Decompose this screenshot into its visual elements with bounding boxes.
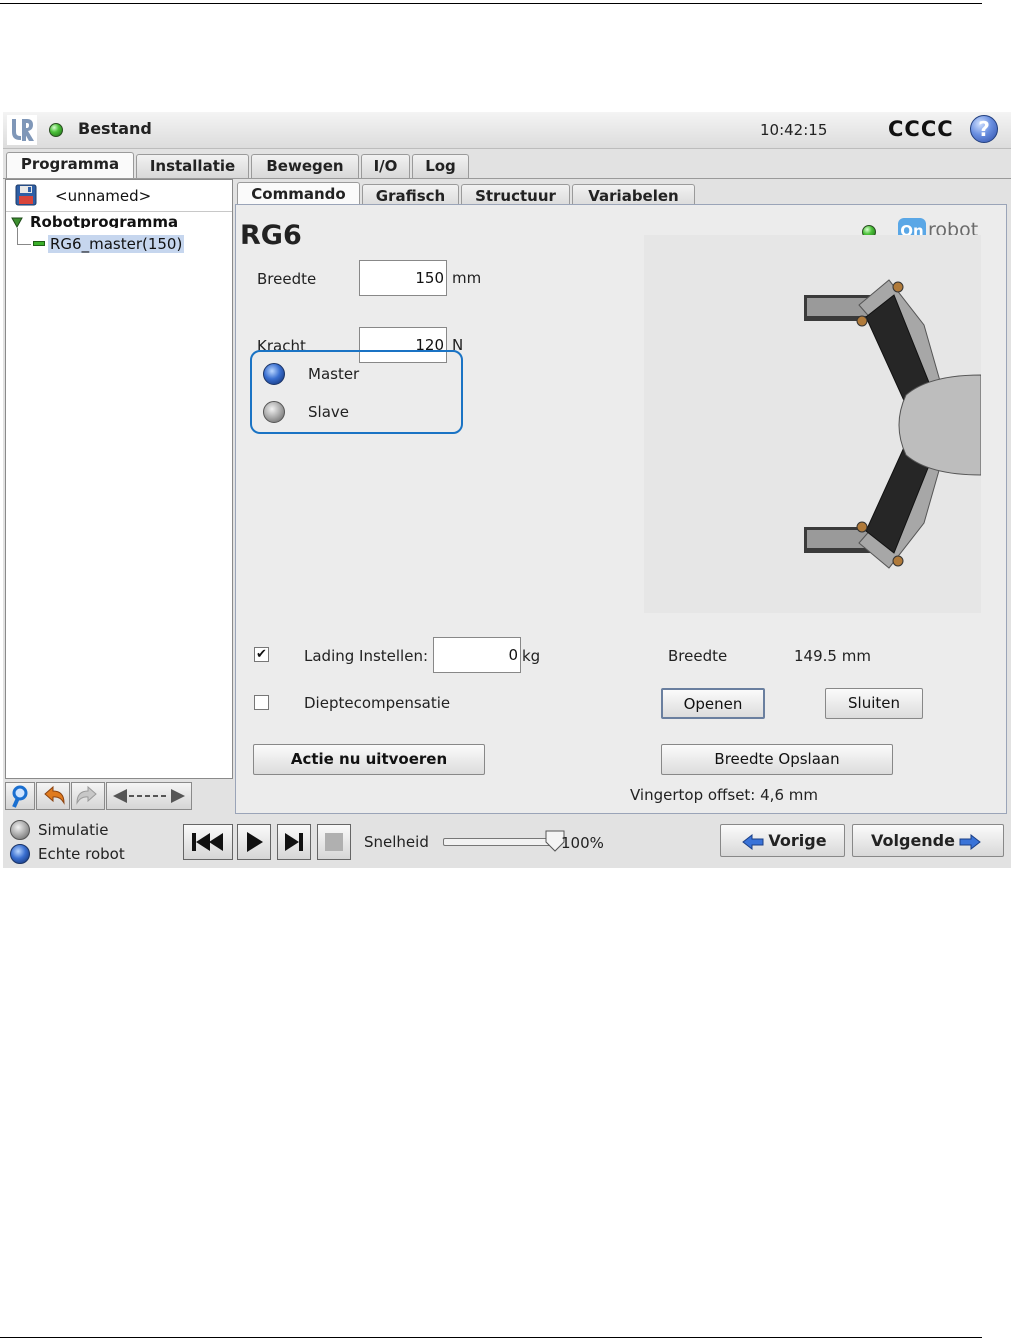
simulation-label[interactable]: Simulatie bbox=[38, 821, 108, 839]
redo-arrow-icon bbox=[76, 785, 97, 805]
help-icon[interactable]: ? bbox=[970, 115, 998, 143]
real-robot-radio[interactable] bbox=[10, 844, 30, 864]
gripper-title: RG6 bbox=[240, 220, 302, 251]
rewind-button[interactable] bbox=[183, 824, 233, 860]
execute-now-button[interactable]: Actie nu uitvoeren bbox=[253, 744, 485, 775]
tree-width-toggle[interactable] bbox=[106, 782, 192, 810]
file-menu[interactable]: Bestand bbox=[78, 119, 152, 138]
tree-connector-h bbox=[17, 244, 31, 245]
stop-button[interactable] bbox=[317, 824, 351, 860]
search-button[interactable] bbox=[5, 782, 35, 810]
magnifier-icon bbox=[12, 785, 28, 808]
page-bottom-rule bbox=[0, 1337, 982, 1338]
tab-bewegen[interactable]: Bewegen bbox=[251, 154, 359, 178]
master-label[interactable]: Master bbox=[308, 365, 359, 383]
master-radio[interactable] bbox=[263, 363, 285, 385]
tab-log[interactable]: Log bbox=[412, 154, 469, 178]
width-unit: mm bbox=[452, 269, 482, 287]
clock: 10:42:15 bbox=[760, 121, 828, 139]
undo-arrow-icon bbox=[44, 785, 65, 805]
mode-group bbox=[250, 350, 463, 434]
save-disk-icon[interactable] bbox=[15, 184, 37, 206]
bottom-bar: Simulatie Echte robot Snelheid 100% Vori… bbox=[3, 816, 1011, 868]
step-forward-icon bbox=[285, 833, 303, 851]
program-tree-panel: <unnamed> Robotprogramma RG6_master(150) bbox=[5, 179, 233, 779]
next-button[interactable]: Volgende bbox=[852, 824, 1004, 857]
page-top-rule bbox=[0, 3, 982, 4]
payload-unit: kg bbox=[522, 647, 541, 665]
payload-input[interactable]: 0 bbox=[433, 637, 521, 673]
undo-button[interactable] bbox=[36, 782, 70, 810]
slave-radio[interactable] bbox=[263, 401, 285, 423]
speed-label: Snelheid bbox=[364, 833, 429, 851]
open-button[interactable]: Openen bbox=[661, 688, 765, 719]
real-robot-label[interactable]: Echte robot bbox=[38, 845, 125, 863]
node-status-icon bbox=[33, 241, 45, 246]
ur-logo-icon bbox=[7, 115, 37, 145]
stop-icon bbox=[325, 833, 343, 851]
current-width-value: 149.5 mm bbox=[794, 647, 871, 665]
tree-root-robotprogramma[interactable]: Robotprogramma bbox=[30, 213, 178, 228]
robot-name: CCCC bbox=[888, 117, 954, 141]
fingertip-offset: Vingertop offset: 4,6 mm bbox=[630, 786, 818, 804]
program-file-name: <unnamed> bbox=[55, 187, 152, 205]
tree-expand-icon[interactable] bbox=[11, 217, 23, 228]
polyscope-screen: Bestand 10:42:15 CCCC ? Programma Instal… bbox=[3, 112, 1011, 868]
play-button[interactable] bbox=[237, 824, 271, 860]
rg6-command-panel: RG6 On robot Breedte 150 mm Kracht 120 N… bbox=[235, 204, 1007, 814]
step-button[interactable] bbox=[277, 824, 311, 860]
tree-header-divider bbox=[6, 211, 232, 212]
arrow-left-icon bbox=[742, 833, 764, 850]
slave-label[interactable]: Slave bbox=[308, 403, 349, 421]
tree-node-rg6-master[interactable]: RG6_master(150) bbox=[48, 235, 185, 253]
tree-connector bbox=[17, 228, 18, 244]
tab-programma[interactable]: Programma bbox=[6, 152, 134, 178]
depth-compensation-checkbox[interactable] bbox=[254, 695, 269, 710]
payload-label: Lading Instellen: bbox=[304, 647, 429, 665]
rg6-gripper-icon bbox=[804, 279, 982, 569]
payload-checkbox[interactable]: ✔ bbox=[254, 647, 269, 662]
next-label: Volgende bbox=[871, 831, 955, 850]
tab-io[interactable]: I/O bbox=[361, 154, 410, 178]
speed-value: 100% bbox=[561, 834, 604, 852]
depth-compensation-label: Dieptecompensatie bbox=[304, 694, 451, 712]
current-width-label: Breedte bbox=[668, 647, 728, 665]
simulation-radio[interactable] bbox=[10, 820, 30, 840]
double-arrow-icon bbox=[113, 789, 185, 803]
save-width-button[interactable]: Breedte Opslaan bbox=[661, 744, 893, 775]
play-icon bbox=[247, 832, 263, 852]
width-input[interactable]: 150 bbox=[359, 260, 447, 296]
width-label: Breedte bbox=[257, 270, 317, 288]
previous-button[interactable]: Vorige bbox=[720, 824, 845, 857]
tab-installatie[interactable]: Installatie bbox=[136, 154, 249, 178]
status-led-icon bbox=[49, 123, 63, 137]
skip-to-start-icon bbox=[192, 833, 223, 851]
title-bar: Bestand 10:42:15 CCCC ? bbox=[3, 112, 1011, 149]
previous-label: Vorige bbox=[768, 831, 827, 850]
gripper-illustration bbox=[644, 235, 982, 613]
arrow-right-icon bbox=[959, 833, 981, 850]
redo-button[interactable] bbox=[71, 782, 105, 810]
close-button[interactable]: Sluiten bbox=[825, 688, 923, 719]
